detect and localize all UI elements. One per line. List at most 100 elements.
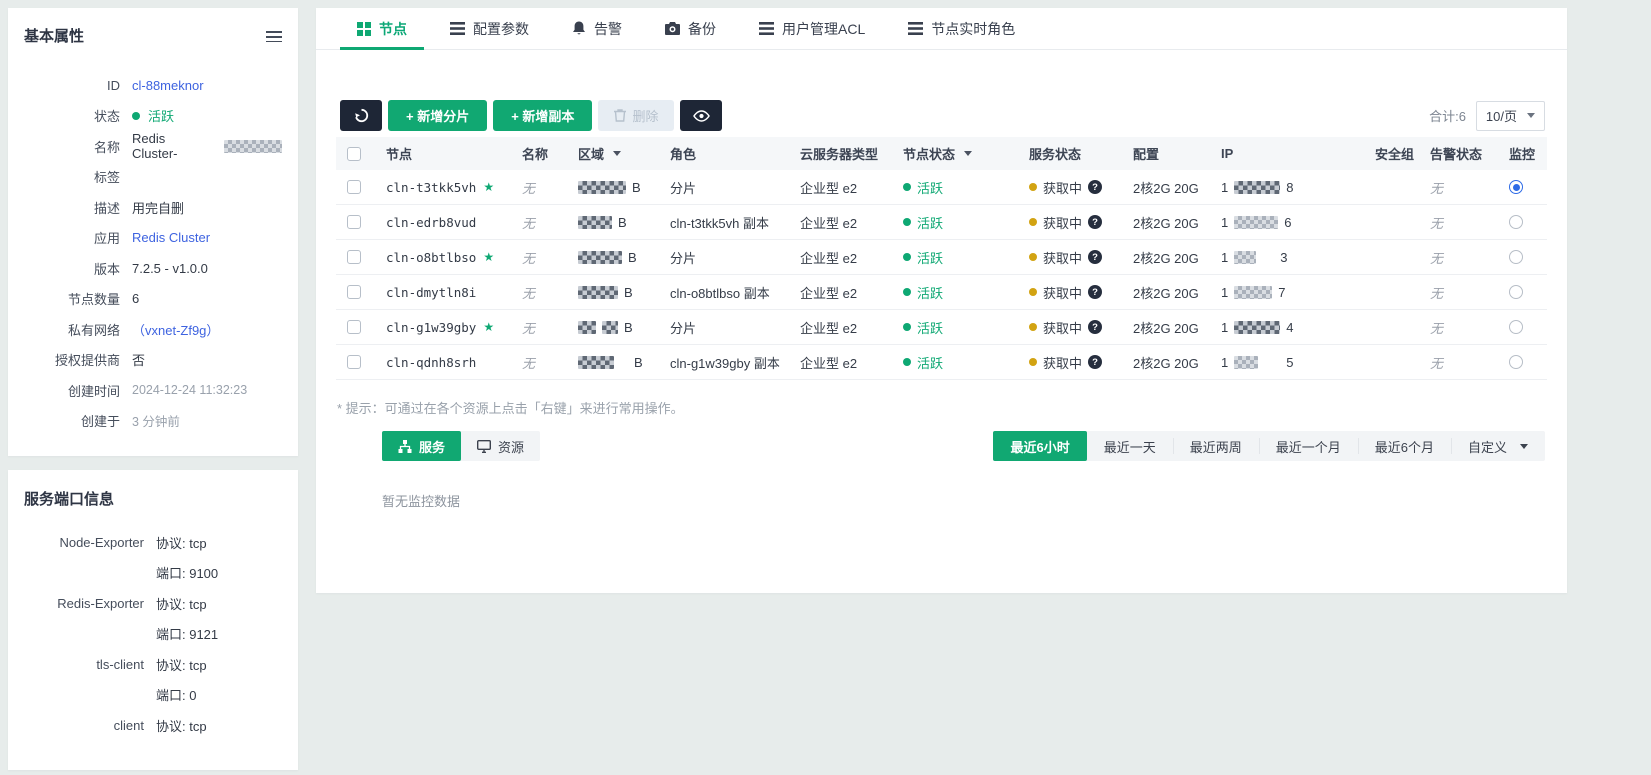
row-checkbox[interactable]	[347, 250, 361, 264]
ip-cell: 17	[1221, 284, 1286, 300]
pending-dot-icon	[1029, 183, 1037, 191]
view-toggle-resource[interactable]: 资源	[461, 431, 540, 461]
select-all-checkbox[interactable]	[347, 146, 361, 161]
time-range-2w[interactable]: 最近两周	[1172, 431, 1259, 461]
zone-cell: B	[572, 320, 664, 335]
sort-caret-icon[interactable]	[613, 151, 622, 156]
col-node-status[interactable]: 节点状态	[897, 144, 1023, 163]
time-range-custom[interactable]: 自定义	[1450, 431, 1545, 461]
time-range-1m[interactable]: 最近一个月	[1258, 431, 1358, 461]
help-icon[interactable]: ?	[1088, 285, 1103, 299]
help-icon[interactable]: ?	[1088, 320, 1103, 334]
shard-star-icon: ★	[483, 180, 495, 194]
node-id: cln-o8btlbso	[386, 249, 477, 265]
sidebar: 基本属性 ID cl-88meknor 状态 活跃 名称 Redis Clust…	[8, 8, 298, 770]
col-zone[interactable]: 区域	[572, 144, 664, 163]
cluster-id-link[interactable]: cl-88meknor	[132, 78, 204, 93]
zone-cell: B	[572, 180, 664, 195]
no-monitor-data-text: 暂无监控数据	[382, 494, 461, 509]
time-range-selector: 最近6小时 最近一天 最近两周 最近一个月 最近6个月 自定义	[993, 431, 1545, 461]
app-link[interactable]: Redis Cluster	[132, 230, 210, 245]
field-app: 应用 Redis Cluster	[93, 230, 211, 247]
help-icon[interactable]: ?	[1088, 250, 1103, 264]
right-click-hint: * 提示：可通过在各个资源上点击「右键」来进行常用操作。	[337, 401, 684, 416]
refresh-button[interactable]	[340, 100, 382, 131]
field-created-ago: 创建于 3 分钟前	[80, 414, 180, 430]
monitor-radio[interactable]	[1509, 285, 1523, 299]
table-row[interactable]: cln-t3tkk5vh ★ 无 B 分片 企业型 e2 活跃 获取中? 2核2G…	[336, 170, 1547, 205]
time-range-6m[interactable]: 最近6个月	[1357, 431, 1451, 461]
col-server-type: 云服务器类型	[800, 147, 879, 162]
tab-node-roles[interactable]: 节点实时角色	[891, 8, 1032, 49]
row-checkbox[interactable]	[347, 355, 361, 369]
table-header: 节点 名称 区域 角色 云服务器类型 节点状态 服务状态 配置 IP 安全组 告…	[336, 137, 1547, 170]
help-icon[interactable]: ?	[1088, 215, 1103, 229]
monitor-radio[interactable]	[1509, 320, 1523, 334]
masked-text	[578, 285, 618, 299]
service-ports-card: 服务端口信息 Node-Exporter 协议: tcp 端口: 9100 Re…	[8, 470, 298, 770]
list-icon	[450, 22, 465, 35]
monitor-radio[interactable]	[1509, 250, 1523, 264]
view-toggle-service[interactable]: 服务	[382, 431, 462, 461]
help-icon[interactable]: ?	[1088, 355, 1103, 369]
node-toolbar: + 新增分片 + 新增副本 删除 合计:6 10/页	[340, 100, 1545, 131]
node-id: cln-dmytln8i	[386, 284, 477, 300]
bell-icon	[572, 21, 586, 36]
cluster-name: Redis Cluster-	[132, 131, 178, 162]
zone-cell: B	[572, 355, 664, 370]
card-menu-icon[interactable]	[266, 29, 282, 42]
basic-properties-card: 基本属性 ID cl-88meknor 状态 活跃 名称 Redis Clust…	[8, 8, 298, 456]
monitor-controls: 服务 资源 最近6小时 最近一天 最近两周 最近一个月 最近6个月 自定义	[382, 431, 1545, 461]
row-checkbox[interactable]	[347, 215, 361, 229]
status-dot-icon	[132, 111, 140, 120]
monitor-radio[interactable]	[1509, 215, 1523, 229]
tab-user-acl[interactable]: 用户管理ACL	[742, 8, 882, 49]
tab-nodes[interactable]: 节点	[340, 8, 424, 50]
tab-backup[interactable]: 备份	[648, 8, 733, 49]
table-row[interactable]: cln-o8btlbso ★ 无 B 分片 企业型 e2 活跃 获取中? 2核2G…	[336, 240, 1547, 275]
tab-config-params[interactable]: 配置参数	[433, 8, 546, 49]
help-icon[interactable]: ?	[1088, 180, 1103, 194]
col-security-group: 安全组	[1375, 147, 1415, 162]
tab-alerts[interactable]: 告警	[555, 8, 639, 49]
masked-text	[578, 180, 626, 194]
zone-cell: B	[572, 285, 664, 300]
vxnet-link[interactable]: （vxnet-Zf9g）	[132, 320, 219, 339]
field-created-time: 创建时间 2024-12-24 11:32:23	[67, 383, 248, 399]
status-dot-icon	[903, 253, 911, 261]
table-row[interactable]: cln-g1w39gby ★ 无 B 分片 企业型 e2 活跃 获取中? 2核2G…	[336, 310, 1547, 345]
table-row[interactable]: cln-edrb8vud 无 B cln-t3tkk5vh 副本 企业型 e2 …	[336, 205, 1547, 240]
col-ip: IP	[1221, 146, 1234, 161]
status-dot-icon	[903, 218, 911, 226]
view-columns-button[interactable]	[680, 100, 723, 131]
table-row[interactable]: cln-dmytln8i 无 B cln-o8btlbso 副本 企业型 e2 …	[336, 275, 1547, 310]
col-name: 名称	[522, 147, 549, 162]
ip-cell: 14	[1221, 319, 1294, 335]
field-description: 描述 用完自删	[93, 200, 185, 216]
time-range-6h[interactable]: 最近6小时	[993, 431, 1087, 461]
masked-text	[1234, 355, 1259, 369]
port-row: 端口: 9121	[156, 627, 219, 643]
col-service-status: 服务状态	[1029, 147, 1082, 162]
row-checkbox[interactable]	[347, 320, 361, 334]
tab-bar: 节点 配置参数 告警 备份 用户管理ACL 节点实时角色	[316, 8, 1567, 50]
table-row[interactable]: cln-qdnh8srh 无 B cln-g1w39gby 副本 企业型 e2 …	[336, 345, 1547, 380]
monitor-icon	[477, 439, 492, 453]
basic-properties-title: 基本属性	[24, 28, 85, 45]
time-range-1d[interactable]: 最近一天	[1087, 431, 1173, 461]
page-size-select[interactable]: 10/页	[1475, 100, 1545, 131]
sort-caret-icon[interactable]	[964, 151, 973, 156]
monitor-radio[interactable]	[1509, 355, 1523, 369]
add-shard-button[interactable]: + 新增分片	[388, 100, 488, 131]
eye-icon	[693, 109, 710, 122]
port-row: Redis-Exporter 协议: tcp	[57, 595, 207, 612]
delete-button[interactable]: 删除	[598, 100, 675, 131]
row-checkbox[interactable]	[347, 180, 361, 194]
monitor-radio[interactable]	[1509, 180, 1523, 194]
row-checkbox[interactable]	[347, 285, 361, 299]
masked-text	[1234, 180, 1281, 194]
add-replica-button[interactable]: + 新增副本	[493, 100, 593, 131]
col-alarm-status: 告警状态	[1430, 147, 1483, 162]
node-id: cln-t3tkk5vh	[386, 179, 477, 195]
masked-text	[578, 320, 596, 334]
